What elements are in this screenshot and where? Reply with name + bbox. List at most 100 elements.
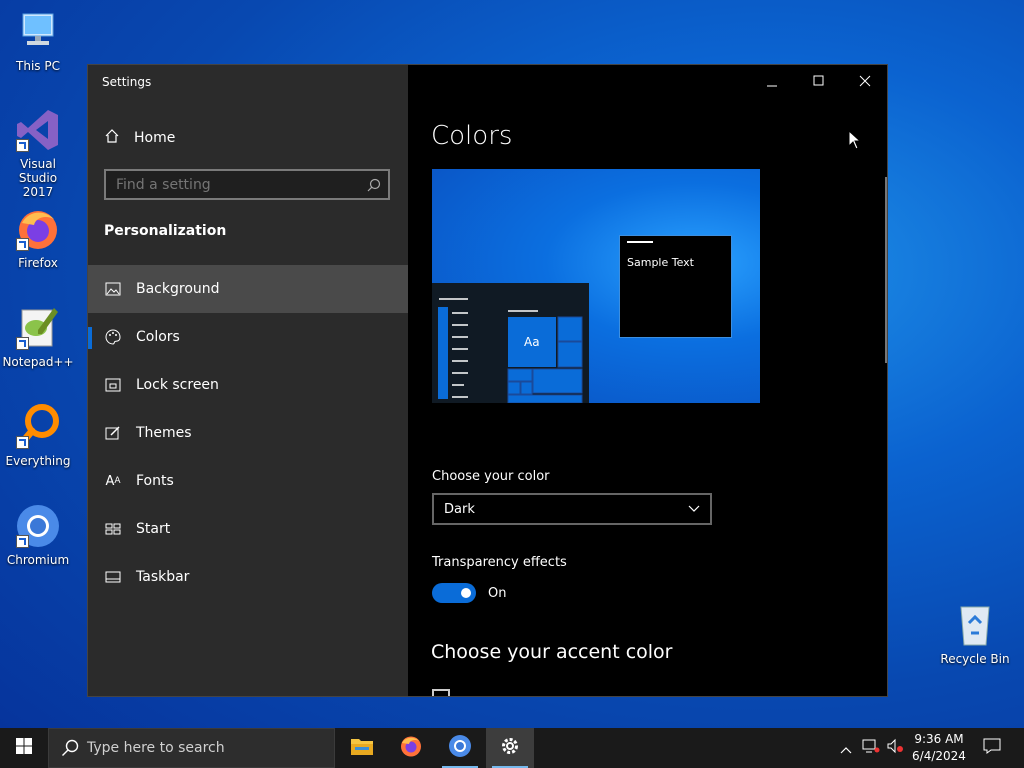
transparency-toggle[interactable] — [432, 583, 476, 603]
action-center-button[interactable] — [978, 728, 1006, 768]
window-title: Settings — [102, 75, 152, 89]
choose-color-label: Choose your color — [432, 469, 550, 484]
choose-color-value: Dark — [444, 501, 475, 517]
choose-color-dropdown[interactable]: Dark — [432, 493, 712, 525]
nav-item-background[interactable]: Background — [88, 265, 408, 313]
maximize-button[interactable] — [796, 65, 842, 97]
taskbar-search-box[interactable]: Type here to search — [48, 728, 335, 768]
settings-content: Colors Aa Sample Text Choose your color … — [408, 65, 887, 696]
desktop-icon-recycle-bin[interactable]: Recycle Bin — [939, 601, 1011, 666]
nav-item-label: Start — [136, 521, 171, 537]
transparency-state: On — [488, 586, 507, 601]
firefox-icon — [14, 205, 62, 253]
close-icon — [859, 72, 871, 91]
preview-start-menu: Aa — [432, 283, 589, 403]
minimize-button[interactable] — [750, 65, 796, 97]
chromium-icon — [448, 734, 472, 762]
desktop-icon-label: This PC — [16, 59, 60, 73]
nav-item-label: Lock screen — [136, 377, 219, 393]
taskbar-chromium[interactable] — [436, 728, 484, 768]
close-button[interactable] — [842, 65, 887, 97]
section-heading: Personalization — [104, 223, 227, 239]
taskbar-icon — [104, 568, 122, 586]
nav-item-fonts[interactable]: AA Fonts — [88, 457, 408, 505]
home-link[interactable]: Home — [104, 127, 175, 149]
nav-item-lock-screen[interactable]: Lock screen — [88, 361, 408, 409]
clock-time: 9:36 AM — [914, 732, 964, 746]
auto-accent-checkbox[interactable] — [432, 689, 450, 696]
desktop-icon-label: Recycle Bin — [940, 652, 1010, 666]
nav-item-themes[interactable]: Themes — [88, 409, 408, 457]
desktop-icon-label: Firefox — [18, 256, 58, 270]
nav-item-colors[interactable]: Colors — [88, 313, 408, 361]
preview-window: Sample Text — [619, 235, 732, 338]
windows-logo-icon — [16, 738, 32, 758]
minimize-icon — [767, 72, 779, 91]
nav-item-label: Taskbar — [136, 569, 190, 585]
desktop-icon-label: Notepad++ — [2, 355, 74, 369]
taskbar-file-explorer[interactable] — [338, 728, 386, 768]
chromium-icon — [14, 502, 62, 550]
content-scrollbar[interactable] — [885, 177, 887, 363]
settings-nav: Background Colors Lock screen Themes AA … — [88, 265, 408, 601]
home-label: Home — [134, 130, 176, 146]
taskbar-settings[interactable] — [486, 728, 534, 768]
show-hidden-icons-button[interactable] — [836, 728, 856, 768]
desktop-icon-visual-studio[interactable]: Visual Studio 2017 — [2, 106, 74, 199]
desktop-icon-notepad-plus-plus[interactable]: Notepad++ — [2, 304, 74, 369]
firefox-icon — [399, 734, 423, 762]
network-status-button[interactable] — [860, 728, 882, 768]
brush-icon — [104, 424, 122, 442]
home-icon — [104, 128, 120, 148]
fonts-icon: AA — [105, 473, 121, 489]
volume-muted-icon — [886, 738, 904, 758]
notepad-plus-plus-icon — [14, 304, 62, 352]
taskbar-clock[interactable]: 9:36 AM 6/4/2024 — [908, 731, 970, 765]
chevron-up-icon — [840, 739, 852, 758]
nav-item-label: Background — [136, 281, 220, 297]
desktop-icon-firefox[interactable]: Firefox — [2, 205, 74, 270]
preview-tile-text: Aa — [524, 335, 540, 349]
desktop-icon-everything[interactable]: Everything — [2, 403, 74, 468]
chevron-down-icon — [688, 502, 700, 517]
volume-button[interactable] — [884, 728, 906, 768]
taskbar: Type here to search 9:36 AM 6/4/2024 — [0, 728, 1024, 768]
start-button[interactable] — [0, 728, 48, 768]
start-icon — [104, 520, 122, 538]
nav-item-label: Colors — [136, 329, 180, 345]
network-disconnected-icon — [862, 738, 880, 758]
lock-screen-icon — [104, 376, 122, 394]
palette-icon — [104, 328, 122, 346]
find-setting-search[interactable] — [104, 169, 390, 200]
desktop-icon-label: Everything — [5, 454, 71, 468]
page-title: Colors — [431, 121, 513, 151]
transparency-label: Transparency effects — [432, 555, 567, 570]
nav-item-start[interactable]: Start — [88, 505, 408, 553]
settings-gear-icon — [499, 735, 521, 761]
nav-item-taskbar[interactable]: Taskbar — [88, 553, 408, 601]
desktop-icon-label: Chromium — [6, 553, 70, 567]
search-icon — [61, 739, 79, 757]
maximize-icon — [813, 72, 825, 91]
this-pc-icon — [14, 8, 62, 56]
taskbar-search-placeholder: Type here to search — [87, 740, 225, 756]
recycle-bin-icon — [951, 601, 999, 649]
settings-window: Settings Home Personalization Background… — [87, 64, 888, 697]
everything-search-icon — [14, 403, 62, 451]
desktop-icon-this-pc[interactable]: This PC — [2, 8, 74, 73]
desktop-icon-label: Visual Studio 2017 — [18, 157, 58, 199]
preview-sample-text: Sample Text — [627, 256, 694, 269]
desktop-icon-chromium[interactable]: Chromium — [2, 502, 74, 567]
search-icon[interactable] — [360, 178, 388, 192]
color-preview: Aa Sample Text — [432, 169, 760, 403]
accent-color-heading: Choose your accent color — [431, 641, 673, 663]
nav-item-label: Fonts — [136, 473, 174, 489]
settings-sidebar: Settings Home Personalization Background… — [88, 65, 408, 696]
taskbar-firefox[interactable] — [387, 728, 435, 768]
find-setting-input[interactable] — [106, 175, 360, 194]
picture-icon — [104, 280, 122, 298]
mouse-cursor-icon — [848, 129, 862, 154]
notification-icon — [983, 738, 1001, 758]
nav-item-label: Themes — [136, 425, 192, 441]
visual-studio-icon — [14, 106, 62, 154]
